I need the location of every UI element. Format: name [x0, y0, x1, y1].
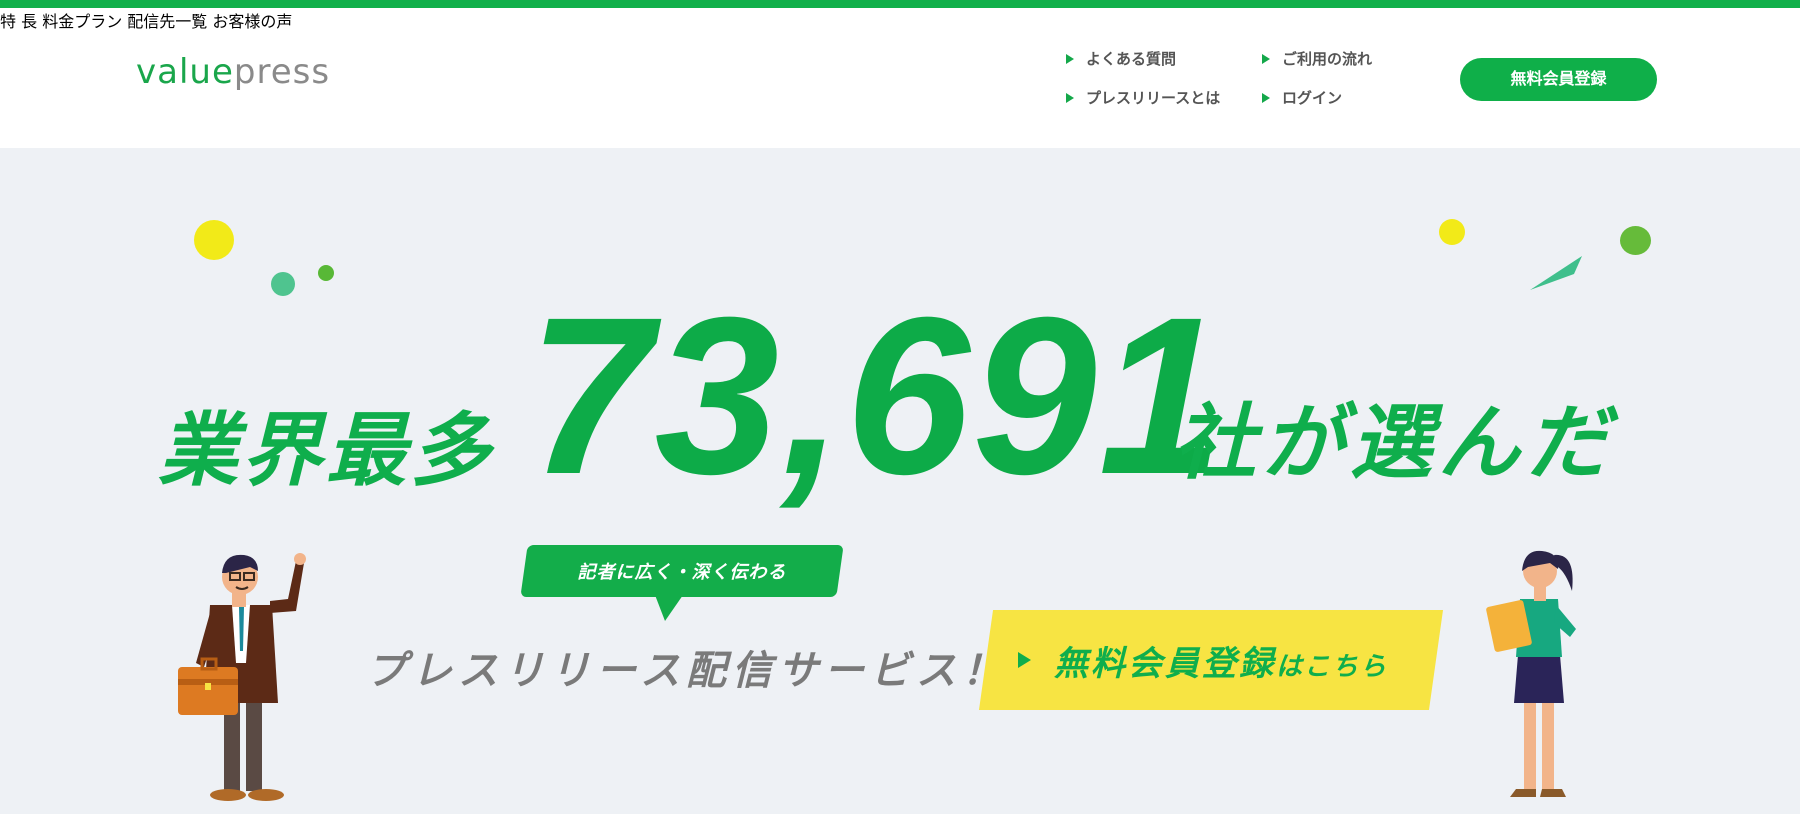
nav-pricing[interactable]: 料金プラン	[42, 12, 122, 31]
subnav-flow[interactable]: ご利用の流れ	[1262, 48, 1372, 69]
triangle-arrow-icon	[1066, 93, 1074, 103]
nav-testimonials[interactable]: お客様の声	[212, 12, 292, 31]
subnav-about-press-release[interactable]: プレスリリースとは	[1066, 87, 1220, 108]
register-button[interactable]: 無料会員登録	[1460, 58, 1657, 101]
valuepress-logo[interactable]: valuepress	[136, 52, 330, 92]
site-header: valuepress 特 長 料金プラン 配信先一覧 お客様の声 よくある質問 …	[0, 8, 1800, 148]
top-accent-bar	[0, 0, 1800, 8]
headline-left: 業界最多	[158, 404, 494, 497]
triangle-arrow-icon	[1262, 93, 1270, 103]
nav-features[interactable]: 特 長	[0, 12, 37, 31]
cta-main: 無料会員登録	[1054, 644, 1276, 684]
businesswoman-illustration	[1486, 550, 1576, 797]
service-tagline: プレスリリース配信サービス！	[366, 648, 1008, 694]
cta-text[interactable]: 無料会員登録はこちら	[1054, 636, 1388, 685]
speech-bubble-text: 記者に広く・深く伝わる	[577, 562, 787, 583]
subnav-login[interactable]: ログイン	[1262, 87, 1342, 108]
triangle-arrow-icon	[1018, 652, 1031, 668]
hero-section: 業界最多 73,691 社が選んだ 記者に広く・深く伝わる プレスリリース配信サ…	[0, 148, 1800, 814]
businessman-illustration	[178, 553, 306, 801]
subnav-about-label: プレスリリースとは	[1086, 89, 1221, 107]
subnav-login-label: ログイン	[1282, 89, 1343, 107]
subnav-faq[interactable]: よくある質問	[1066, 48, 1176, 69]
subnav-faq-label: よくある質問	[1086, 50, 1177, 68]
subnav-flow-label: ご利用の流れ	[1282, 50, 1373, 68]
headline-right: 社が選んだ	[1174, 396, 1614, 491]
nav-distribution-list[interactable]: 配信先一覧	[127, 12, 207, 31]
logo-press: press	[233, 52, 331, 92]
triangle-arrow-icon	[1262, 54, 1270, 64]
headline-number: 73,691	[528, 271, 1226, 521]
speech-bubble-tail	[655, 595, 683, 621]
cta-suffix: はこちら	[1276, 652, 1389, 682]
logo-value: value	[136, 52, 234, 92]
triangle-arrow-icon	[1066, 54, 1074, 64]
main-nav: 特 長 料金プラン 配信先一覧 お客様の声	[0, 8, 1800, 32]
